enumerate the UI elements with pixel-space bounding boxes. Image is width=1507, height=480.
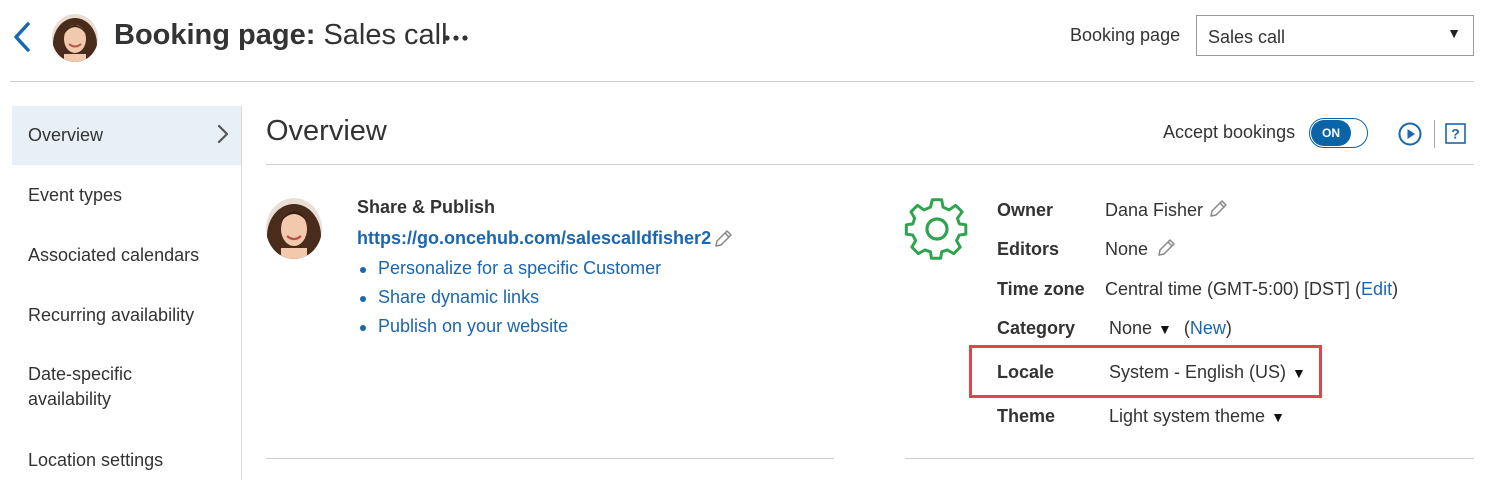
bullet-dot [360,325,366,331]
page-title-name: Sales call [315,19,448,51]
avatar [266,198,322,259]
booking-page-select-label: Booking page [1070,25,1181,45]
category-value: None [1109,318,1153,338]
theme-value: Light system theme [1109,406,1266,426]
sidebar-item-location-settings[interactable]: Location settings [12,427,241,480]
page-header: Booking page: Sales call Booking page Sa… [0,0,1507,82]
bullet-dot [360,296,366,302]
share-publish-title: Share & Publish [357,197,496,217]
category-new-close: ) [1225,318,1232,338]
help-icon-label: ? [1451,126,1460,142]
owner-label: Owner [997,200,1054,220]
section-title: Overview [266,115,387,147]
category-dropdown[interactable]: None ▼ [1109,318,1172,338]
sidebar-item-date-specific-availability[interactable]: Date-specific availability [12,345,241,427]
gear-icon [904,196,970,262]
link-label: Share dynamic links [378,287,540,307]
page-title: Booking page: Sales call [114,19,448,52]
toggle-on-label: ON [1311,120,1351,146]
sidebar-item-label: Recurring availability [28,305,195,325]
pencil-icon[interactable] [1155,237,1177,259]
locale-highlight-box [969,345,1322,398]
category-label: Category [997,318,1076,338]
help-icon[interactable]: ? [1445,123,1466,144]
booking-page-select[interactable]: Sales call ▼ [1196,15,1474,56]
link-label: Personalize for a specific Customer [378,258,662,278]
sidebar-item-associated-calendars[interactable]: Associated calendars [12,225,241,285]
editors-value: None [1105,239,1149,259]
editors-label: Editors [997,239,1060,259]
sidebar-item-event-types[interactable]: Event types [12,165,241,225]
sidebar-item-label: Location settings [28,450,164,470]
sidebar-item-label: Date-specific availability [28,364,133,409]
accept-bookings-label: Accept bookings [1163,122,1296,142]
timezone-close-paren: ) [1392,279,1399,299]
chevron-right-icon [217,124,229,149]
sidebar-item-overview[interactable]: Overview [12,106,241,165]
pencil-icon[interactable] [712,228,734,250]
timezone-edit-link[interactable]: Edit [1361,279,1392,299]
avatar [52,14,98,62]
sidebar-item-label: Overview [28,125,104,145]
timezone-text: Central time (GMT-5:00) [DST] ( [1105,279,1362,299]
sidebar: Overview Event types Associated calendar… [0,106,242,480]
divider [1434,120,1435,148]
accept-bookings-toggle[interactable]: ON [1309,118,1368,148]
category-row: None ▼ (New) [1109,318,1232,339]
divider [266,458,834,459]
bullet-dot [360,267,366,273]
timezone-value: Central time (GMT-5:00) [DST] (Edit) [1105,279,1398,300]
category-new-link[interactable]: New [1190,318,1226,338]
link-label: Publish on your website [378,316,569,336]
timezone-label: Time zone [997,279,1085,299]
back-arrow-icon[interactable] [8,20,38,54]
owner-value: Dana Fisher [1105,200,1204,220]
theme-dropdown[interactable]: Light system theme ▼ [1109,406,1285,427]
dropdown-arrow-icon: ▼ [1158,321,1172,337]
sidebar-item-label: Event types [28,185,123,205]
dropdown-arrow-icon: ▼ [1447,25,1461,41]
more-dots-icon[interactable] [440,24,474,52]
sidebar-item-recurring-availability[interactable]: Recurring availability [12,285,241,345]
divider [905,458,1474,459]
theme-label: Theme [997,406,1056,426]
booking-page-select-value: Sales call [1208,27,1286,47]
dropdown-arrow-icon: ▼ [1271,409,1285,425]
sidebar-item-label: Associated calendars [28,245,200,265]
play-icon[interactable] [1398,122,1422,146]
page-title-prefix: Booking page: [114,19,316,51]
booking-page-url-link[interactable]: https://go.oncehub.com/salescalldfisher2 [357,228,711,249]
pencil-icon[interactable] [1207,198,1229,220]
header-divider [10,81,1474,82]
section-divider [266,164,1474,165]
